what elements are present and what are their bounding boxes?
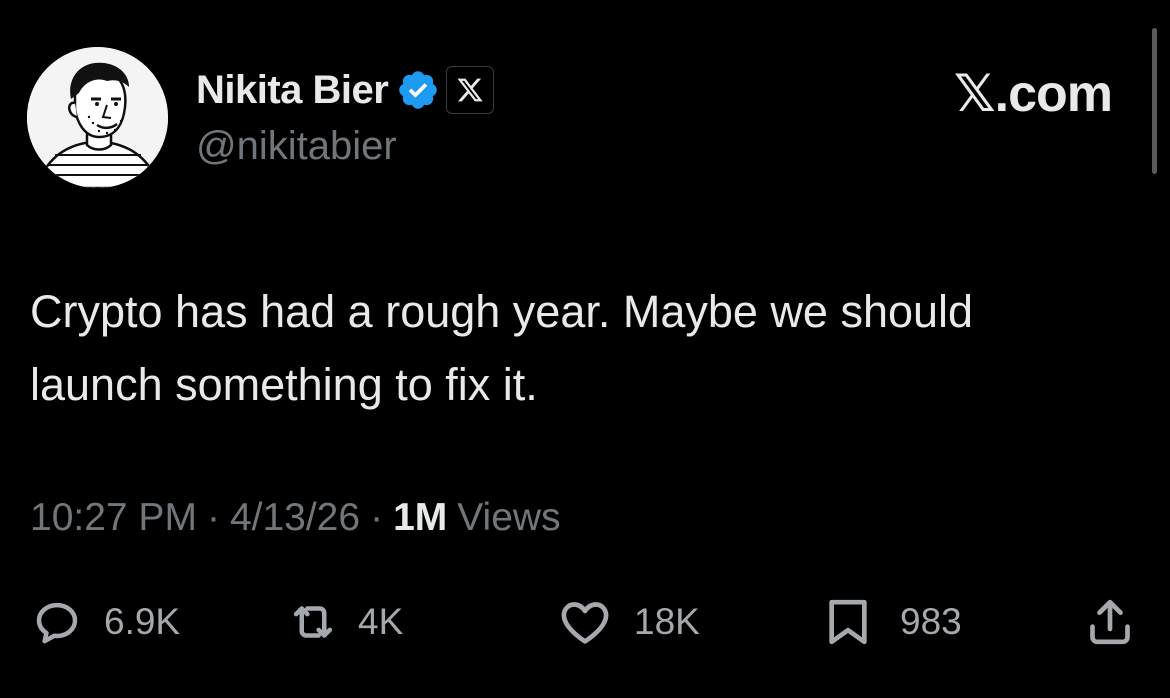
meta-separator: ·	[370, 496, 384, 539]
reply-icon	[30, 595, 84, 649]
author-handle[interactable]: @nikitabier	[196, 124, 397, 169]
tweet-meta: 10:27 PM · 4/13/26 · 1M Views	[30, 496, 561, 540]
reply-button[interactable]: 6.9K	[30, 592, 180, 652]
meta-separator: ·	[206, 496, 220, 539]
action-bar: 6.9K 4K 18K 983	[0, 592, 1170, 652]
repost-count: 4K	[358, 601, 404, 642]
share-icon	[1082, 594, 1138, 650]
reply-count: 6.9K	[104, 601, 181, 642]
brand-watermark: 𝕏.com	[953, 65, 1113, 123]
avatar[interactable]	[27, 47, 168, 188]
share-button[interactable]	[1082, 592, 1138, 652]
tweet-date[interactable]: 4/13/26	[230, 496, 360, 540]
tweet-time[interactable]: 10:27 PM	[30, 496, 197, 540]
bookmark-button[interactable]: 983	[818, 592, 962, 652]
views-label: Views	[457, 496, 561, 539]
author-display-name[interactable]: Nikita Bier	[196, 68, 389, 113]
like-button[interactable]: 18K	[554, 592, 700, 652]
verified-badge-icon[interactable]	[396, 68, 440, 112]
bookmark-count: 983	[900, 601, 962, 642]
scrollbar[interactable]	[1152, 28, 1157, 174]
x-logo-icon[interactable]	[446, 66, 495, 114]
author-name-row: Nikita Bier	[196, 64, 495, 116]
repost-icon	[282, 595, 344, 649]
like-count: 18K	[634, 601, 700, 642]
tweet-text: Crypto has had a rough year. Maybe we sh…	[30, 286, 974, 410]
views-count: 1M	[393, 496, 448, 539]
repost-button[interactable]: 4K	[282, 592, 403, 652]
like-icon	[554, 594, 616, 650]
avatar-illustration	[27, 47, 168, 188]
bookmark-icon	[818, 594, 878, 650]
